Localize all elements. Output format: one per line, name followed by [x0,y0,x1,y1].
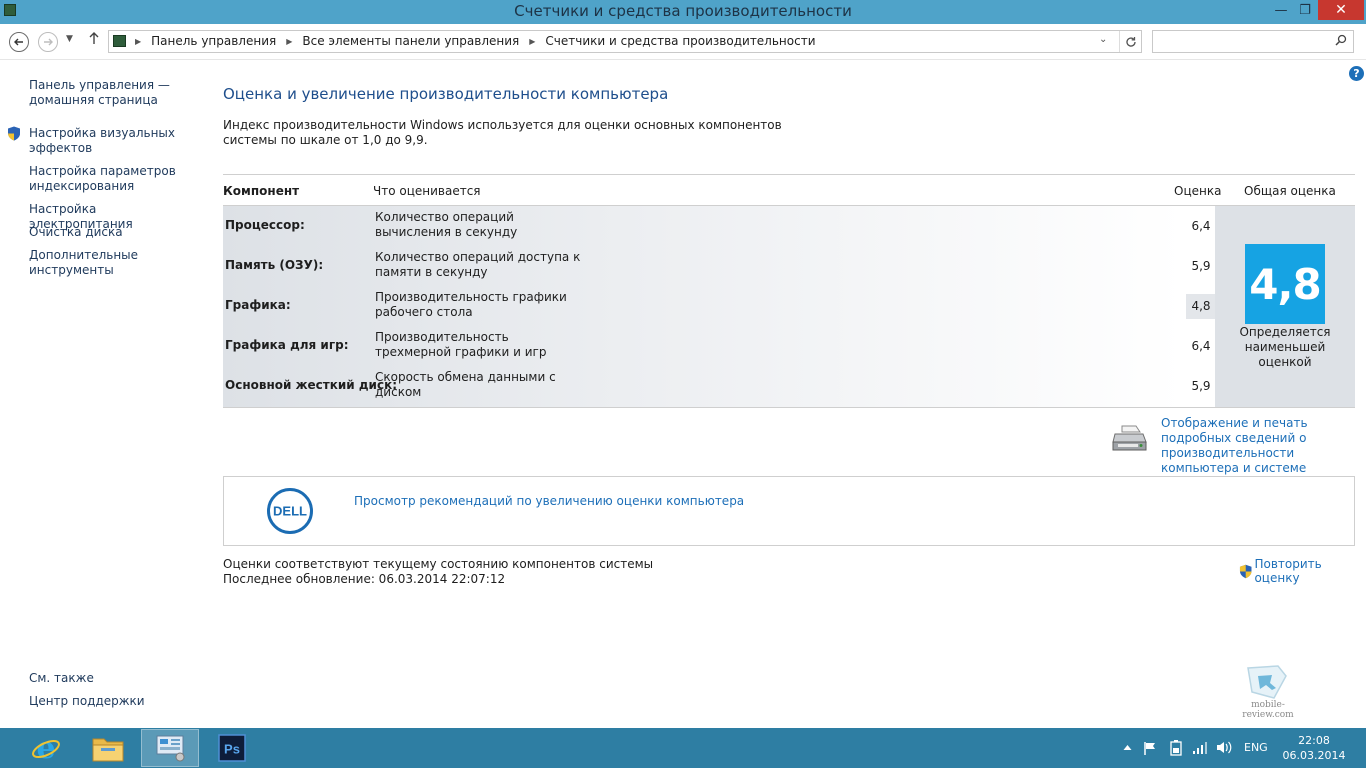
refresh-icon [1125,36,1136,47]
recent-locations-dropdown[interactable]: ▼ [66,34,73,44]
search-input[interactable] [1152,30,1354,53]
help-button[interactable]: ? [1349,66,1364,81]
maximize-button[interactable]: ❐ [1290,0,1320,20]
internet-explorer-icon: e [32,732,60,764]
taskbar-photoshop[interactable]: Ps [203,729,261,767]
scores-status-text: Оценки соответствуют текущему состоянию … [223,557,654,571]
up-button[interactable] [88,31,100,49]
breadcrumb-separator-icon[interactable]: ▶ [529,37,535,46]
taskbar-internet-explorer[interactable]: e [17,729,75,767]
component-name: Графика: [225,298,291,312]
photoshop-icon: Ps [218,734,246,762]
support-center-link[interactable]: Центр поддержки [29,694,145,708]
mobile-review-watermark: mobile-review.com [1228,662,1308,720]
back-button[interactable] [9,32,29,52]
component-description: Количество операций вычисления в секунду [375,210,518,239]
arrow-up-icon [89,32,99,44]
component-name: Память (ОЗУ): [225,258,324,272]
sidebar-item-advanced-tools[interactable]: Дополнительные инструменты [29,248,199,278]
forward-button[interactable] [38,32,58,52]
component-description: Количество операций доступа к памяти в с… [375,250,581,279]
column-header-component: Компонент [223,184,300,198]
breadcrumb-performance[interactable]: Счетчики и средства производительности [545,34,815,48]
svg-text:e: e [36,732,55,764]
refresh-button[interactable] [1119,31,1141,52]
dell-logo: DELL [267,488,313,534]
table-row: Память (ОЗУ): Количество операций доступ… [223,246,1215,286]
component-description: Производительность трехмерной графики и … [375,330,547,359]
component-name: Процессор: [225,218,305,232]
column-header-what: Что оценивается [373,184,481,198]
table-row: Основной жесткий диск: Скорость обмена д… [223,366,1215,406]
breadcrumb-separator-icon[interactable]: ▶ [286,37,292,46]
scores-table: Процессор: Количество операций вычислени… [223,206,1355,408]
input-language-indicator[interactable]: ENG [1244,741,1268,754]
breadcrumb: ▶ Панель управления ▶ Все элементы панел… [133,34,816,48]
see-also-heading: См. также [29,671,94,685]
clock-time: 22:08 [1298,734,1330,747]
table-row: Графика: Производительность графики рабо… [223,286,1216,326]
printer-icon [1112,425,1147,451]
watermark-logo-icon [1247,665,1287,699]
oem-recommendations-panel: DELL Просмотр рекомендаций по увеличению… [223,476,1355,546]
base-score-tile: 4,8 [1245,244,1325,324]
address-dropdown-icon[interactable]: ⌄ [1099,34,1107,45]
component-score: 5,9 [1191,259,1211,273]
control-panel-icon [113,35,126,47]
improve-score-recommendations-link[interactable]: Просмотр рекомендаций по увеличению оцен… [354,494,744,508]
uac-shield-icon [1239,564,1252,578]
sidebar-item-home[interactable]: Панель управления — домашняя страница [29,78,199,108]
sidebar-item-indexing[interactable]: Настройка параметров индексирования [29,164,199,194]
taskbar-control-panel[interactable] [141,729,199,767]
svg-text:DELL: DELL [273,504,307,519]
rerun-assessment-label[interactable]: Повторить оценку [1254,557,1366,585]
battery-icon[interactable] [1170,740,1182,756]
folder-icon [92,738,124,762]
column-header-total: Общая оценка [1244,184,1336,198]
component-score: 6,4 [1191,219,1211,233]
navigation-bar: ▼ ▶ Панель управления ▶ Все элементы пан… [0,24,1366,60]
column-header-score: Оценка [1174,184,1222,198]
component-score: 6,4 [1191,339,1211,353]
address-bar[interactable]: ▶ Панель управления ▶ Все элементы панел… [108,30,1142,53]
breadcrumb-separator-icon[interactable]: ▶ [135,37,141,46]
uac-shield-icon [8,126,20,141]
sidebar-item-visual-effects[interactable]: Настройка визуальных эффектов [29,126,199,156]
taskbar-clock[interactable]: 22:08 06.03.2014 [1282,733,1346,763]
title-bar: Счетчики и средства производительности —… [0,0,1366,24]
taskbar-file-explorer[interactable] [79,729,137,767]
component-description: Производительность графики рабочего стол… [375,290,567,319]
svg-text:Ps: Ps [224,742,240,757]
arrow-left-icon [14,38,23,46]
component-description: Скорость обмена данными с диском [375,370,556,399]
volume-icon[interactable] [1216,740,1232,755]
component-score: 5,9 [1191,379,1211,393]
taskbar: e Ps ENG 22:08 06.03.2014 [0,728,1366,768]
page-title: Оценка и увеличение производительности к… [223,85,669,103]
base-score-caption: Определяется наименьшей оценкой [1239,325,1331,369]
scores-table-header: Компонент Что оценивается Оценка Общая о… [223,174,1355,206]
arrow-right-icon [44,38,53,46]
action-center-flag-icon[interactable] [1143,741,1157,755]
breadcrumb-control-panel[interactable]: Панель управления [151,34,276,48]
lowest-component-score: 4,8 [1186,294,1216,319]
signal-strength-icon[interactable] [1192,740,1208,755]
control-panel-icon [156,735,185,762]
component-name: Графика для игр: [225,338,349,352]
page-description: Индекс производительности Windows исполь… [223,118,782,147]
last-update-text: Последнее обновление: 06.03.2014 22:07:1… [223,572,506,586]
component-name: Основной жесткий диск: [225,378,398,392]
show-hidden-icons-chevron-icon[interactable] [1123,744,1132,751]
watermark-text: mobile-review.com [1242,700,1294,720]
table-row: Графика для игр: Производительность трех… [223,326,1215,366]
rerun-assessment-link[interactable]: Повторить оценку [1239,557,1366,585]
print-details-link[interactable]: Отображение и печать подробных сведений … [1161,416,1361,476]
breadcrumb-all-items[interactable]: Все элементы панели управления [302,34,519,48]
clock-date: 06.03.2014 [1282,749,1346,762]
search-icon[interactable] [1335,34,1347,49]
close-button[interactable]: ✕ [1318,0,1364,20]
window-title: Счетчики и средства производительности [514,2,852,20]
table-row: Процессор: Количество операций вычислени… [223,206,1215,246]
sidebar-item-disk-cleanup[interactable]: Очистка диска [29,225,199,240]
